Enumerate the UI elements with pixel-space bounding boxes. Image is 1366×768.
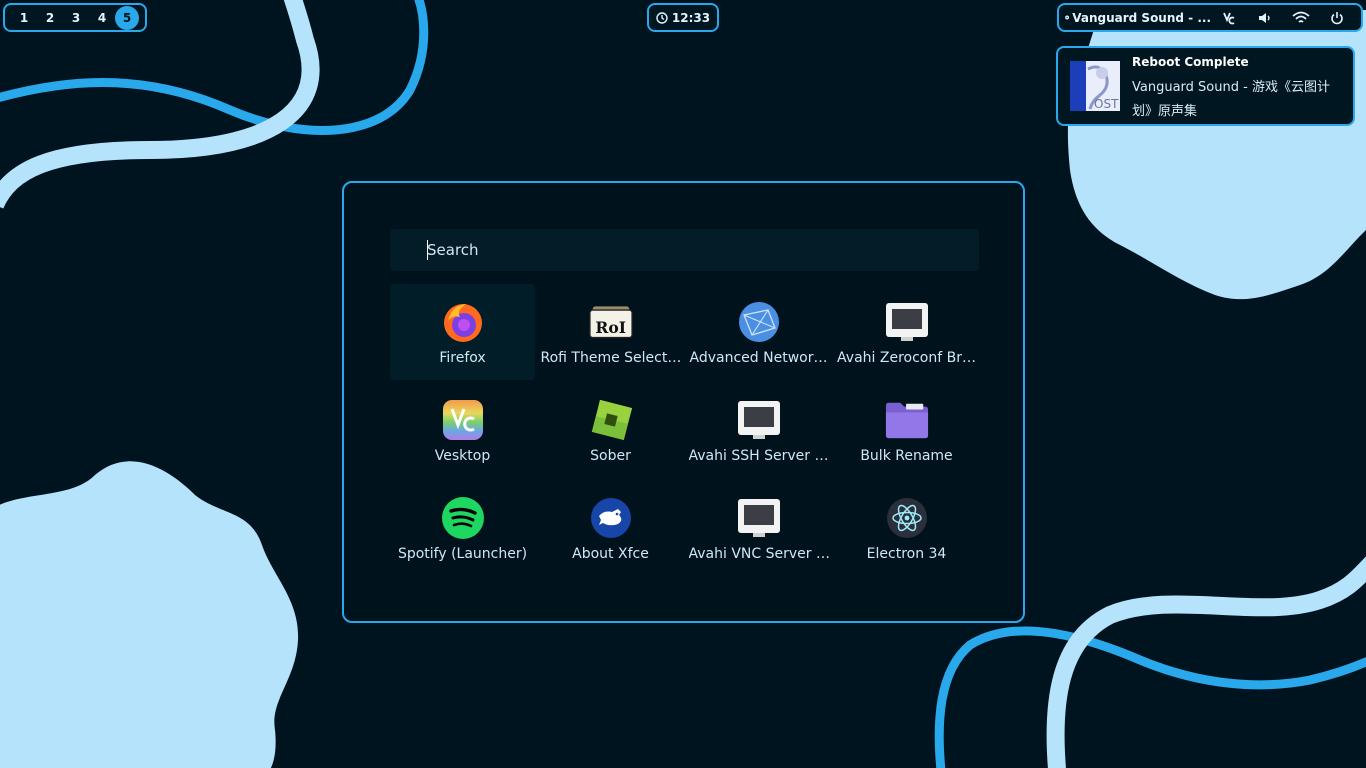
workspace-5-active[interactable]: 5 [115, 5, 139, 30]
app-label: Bulk Rename [860, 448, 953, 464]
app-label: Sober [590, 448, 631, 464]
app-sober[interactable]: Sober [538, 382, 683, 478]
volume-icon [1259, 12, 1270, 23]
workspace-2[interactable]: 2 [37, 7, 63, 29]
media-title: Vanguard Sound - ... [1072, 10, 1211, 25]
app-launcher: Firefox RoI Rofi Theme Select… Advanced [342, 181, 1025, 623]
app-spotify-launcher[interactable]: Spotify (Launcher) [390, 480, 535, 576]
app-label: Avahi Zeroconf Br… [837, 350, 976, 366]
system-tray: Vanguard Sound - ... [1057, 3, 1363, 32]
wallpaper-blob-bottom-left [0, 461, 299, 768]
app-electron-34[interactable]: Electron 34 [834, 480, 979, 576]
app-avahi-zeroconf[interactable]: Avahi Zeroconf Br… [834, 284, 979, 380]
volume-tray-icon[interactable] [1247, 12, 1283, 24]
firefox-icon [441, 300, 485, 344]
app-about-xfce[interactable]: About Xfce [538, 480, 683, 576]
app-label: Avahi VNC Server … [688, 546, 829, 562]
folder-icon [885, 398, 929, 442]
xfce-icon [589, 496, 633, 540]
wallpaper-curve-bottom-blue [934, 626, 1366, 768]
rofi-icon: RoI [588, 300, 633, 344]
app-label: Spotify (Launcher) [397, 546, 528, 562]
power-icon [1331, 11, 1343, 24]
app-label: Vesktop [434, 448, 491, 464]
notification-popup[interactable]: OST Reboot Complete Vanguard Sound - 游戏《… [1056, 46, 1355, 126]
album-art-text: OST [1094, 97, 1119, 111]
avahi-vnc-icon [737, 496, 781, 540]
clock-widget[interactable]: 12:33 [647, 3, 719, 32]
clock-icon [656, 11, 668, 24]
app-label: Firefox [439, 350, 486, 366]
notification-title: Reboot Complete [1132, 55, 1249, 69]
avahi-zeroconf-icon [885, 300, 929, 344]
search-input[interactable] [390, 229, 979, 271]
app-label: Electron 34 [866, 546, 947, 562]
workspace-switcher: 1 2 3 4 5 [3, 3, 147, 32]
wallpaper-curve-bottom-light [1046, 556, 1366, 768]
notification-body: Vanguard Sound - 游戏《云图计划》原声集 [1132, 80, 1330, 119]
app-vesktop[interactable]: Vesktop [390, 382, 535, 478]
app-label: Avahi SSH Server … [688, 448, 829, 464]
spotify-icon [441, 496, 485, 540]
sober-icon [589, 398, 633, 442]
wifi-icon [1292, 11, 1310, 23]
vesktop-icon [441, 398, 485, 442]
power-tray-icon[interactable] [1319, 11, 1355, 25]
workspace-3[interactable]: 3 [63, 7, 89, 29]
album-art-image: OST [1070, 61, 1120, 111]
network-icon [737, 300, 781, 344]
workspace-4[interactable]: 4 [89, 7, 115, 29]
electron-icon [885, 496, 929, 540]
clock-time: 12:33 [671, 10, 711, 25]
svg-text:RoI: RoI [595, 318, 626, 337]
play-icon [1065, 15, 1070, 20]
media-player[interactable]: Vanguard Sound - ... [1065, 11, 1211, 25]
avahi-ssh-icon [737, 398, 781, 442]
app-label: Rofi Theme Select… [540, 350, 681, 366]
app-avahi-ssh-server[interactable]: Avahi SSH Server … [686, 382, 831, 478]
text-caret [427, 240, 428, 260]
vesktop-tray-icon[interactable] [1211, 11, 1247, 25]
vesktop-icon [1223, 12, 1235, 24]
app-bulk-rename[interactable]: Bulk Rename [834, 382, 979, 478]
wifi-tray-icon[interactable] [1283, 11, 1319, 25]
app-avahi-vnc-server[interactable]: Avahi VNC Server … [686, 480, 831, 576]
app-firefox[interactable]: Firefox [390, 284, 535, 380]
app-rofi-theme-selector[interactable]: RoI Rofi Theme Select… [538, 284, 683, 380]
app-label: Advanced Networ… [689, 350, 828, 366]
app-advanced-network[interactable]: Advanced Networ… [686, 284, 831, 380]
app-label: About Xfce [572, 546, 649, 562]
search-box [390, 229, 979, 271]
workspace-1[interactable]: 1 [11, 7, 37, 29]
